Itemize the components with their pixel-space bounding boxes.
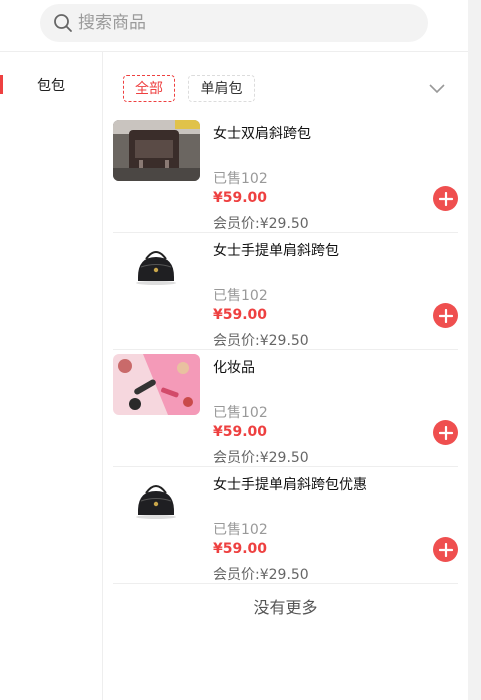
scrollbar[interactable] bbox=[468, 0, 481, 700]
product-price: ¥59.00 bbox=[213, 190, 268, 206]
product-price: ¥59.00 bbox=[213, 541, 268, 557]
product-member-price: 会员价:¥29.50 bbox=[213, 450, 309, 466]
add-to-cart-button[interactable] bbox=[433, 420, 458, 445]
no-more-text: 没有更多 bbox=[253, 598, 318, 617]
product-title[interactable]: 女士手提单肩斜跨包优惠 bbox=[213, 474, 367, 494]
product-card[interactable]: 女士双肩斜跨包 已售102 ¥59.00 会员价:¥29.50 bbox=[113, 116, 458, 233]
plus-icon bbox=[438, 191, 453, 206]
sidebar-item-bags[interactable]: 包包 bbox=[0, 72, 102, 100]
product-card[interactable]: 化妆品 已售102 ¥59.00 会员价:¥29.50 bbox=[113, 350, 458, 467]
add-to-cart-button[interactable] bbox=[433, 186, 458, 211]
search-box[interactable] bbox=[40, 4, 428, 42]
product-member-price: 会员价:¥29.50 bbox=[213, 216, 309, 232]
filter-chip-all[interactable]: 全部 bbox=[123, 75, 175, 102]
add-to-cart-button[interactable] bbox=[433, 537, 458, 562]
product-sold-count: 已售102 bbox=[213, 522, 268, 538]
product-title[interactable]: 化妆品 bbox=[213, 357, 255, 377]
product-member-price: 会员价:¥29.50 bbox=[213, 567, 309, 583]
category-sidebar: 包包 bbox=[0, 52, 103, 700]
search-icon bbox=[54, 14, 72, 32]
product-image-cosmetics[interactable] bbox=[113, 354, 200, 415]
search-input[interactable] bbox=[78, 13, 378, 33]
filter-chip-shoulder-bag[interactable]: 单肩包 bbox=[188, 75, 255, 102]
filter-bar: 全部 单肩包 bbox=[103, 52, 468, 116]
product-price: ¥59.00 bbox=[213, 307, 268, 323]
product-list: 女士双肩斜跨包 已售102 ¥59.00 会员价:¥29.50 女士手提单肩斜跨… bbox=[103, 116, 468, 584]
product-card[interactable]: 女士手提单肩斜跨包 已售102 ¥59.00 会员价:¥29.50 bbox=[113, 233, 458, 350]
product-title[interactable]: 女士双肩斜跨包 bbox=[213, 123, 311, 143]
product-image-handbag[interactable] bbox=[113, 237, 200, 298]
product-card[interactable]: 女士手提单肩斜跨包优惠 已售102 ¥59.00 会员价:¥29.50 bbox=[113, 467, 458, 584]
plus-icon bbox=[438, 308, 453, 323]
product-member-price: 会员价:¥29.50 bbox=[213, 333, 309, 349]
product-image-backpack[interactable] bbox=[113, 120, 200, 181]
chevron-down-icon[interactable] bbox=[429, 82, 445, 94]
plus-icon bbox=[438, 425, 453, 440]
header bbox=[0, 0, 468, 52]
plus-icon bbox=[438, 542, 453, 557]
product-image-handbag[interactable] bbox=[113, 471, 200, 532]
product-sold-count: 已售102 bbox=[213, 288, 268, 304]
product-sold-count: 已售102 bbox=[213, 405, 268, 421]
product-sold-count: 已售102 bbox=[213, 171, 268, 187]
sidebar-item-label: 包包 bbox=[37, 78, 65, 94]
add-to-cart-button[interactable] bbox=[433, 303, 458, 328]
product-price: ¥59.00 bbox=[213, 424, 268, 440]
active-indicator bbox=[0, 75, 3, 94]
product-title[interactable]: 女士手提单肩斜跨包 bbox=[213, 240, 339, 260]
